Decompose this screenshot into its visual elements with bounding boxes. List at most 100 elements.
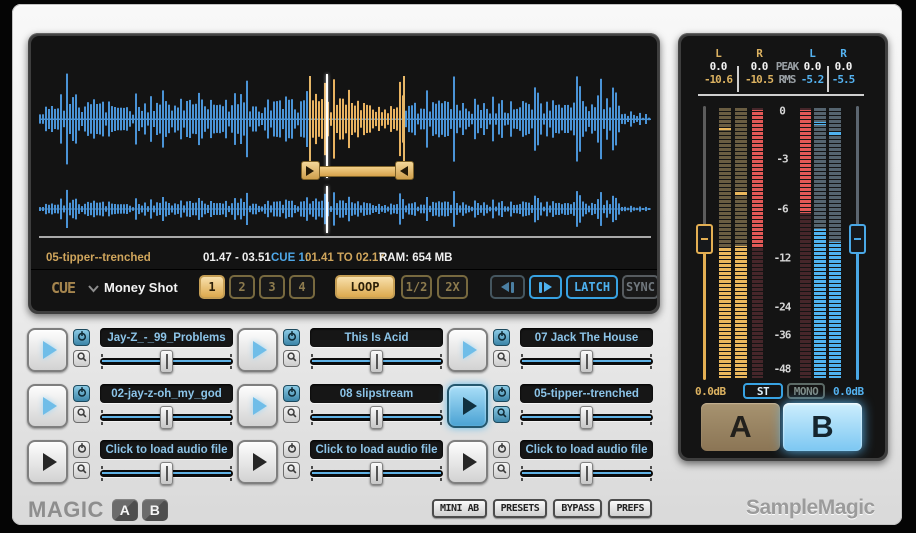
loop-button[interactable]: LOOP: [335, 275, 395, 299]
volume-slider[interactable]: [310, 350, 443, 372]
magnifier-icon: [286, 406, 298, 424]
power-button[interactable]: [73, 329, 90, 346]
slider-handle[interactable]: [580, 350, 593, 373]
mini-ab-button[interactable]: MINI AB: [432, 499, 487, 518]
samplemagic-logo: SampleMagic: [746, 496, 875, 520]
track-name-display[interactable]: 02-jay-z-oh_my_god: [100, 384, 233, 403]
bypass-button[interactable]: BYPASS: [553, 499, 602, 518]
select-a-button[interactable]: A: [701, 403, 780, 451]
track-name-display[interactable]: 08 slipstream: [310, 384, 443, 403]
play-button[interactable]: [27, 328, 68, 372]
gain-fader-a[interactable]: [696, 224, 713, 254]
zoom-loupe-button[interactable]: [73, 406, 90, 423]
power-button[interactable]: [73, 441, 90, 458]
volume-slider[interactable]: [310, 406, 443, 428]
track-name-display[interactable]: 07 Jack The House: [520, 328, 653, 347]
volume-slider[interactable]: [520, 350, 653, 372]
volume-slider[interactable]: [310, 462, 443, 484]
zoom-loupe-button[interactable]: [493, 462, 510, 479]
nudge-back-button[interactable]: [490, 275, 525, 299]
chevron-down-icon[interactable]: [87, 284, 100, 293]
loop-region-bar[interactable]: [318, 166, 398, 177]
logo-text: MAGIC: [28, 497, 104, 523]
track-name-display[interactable]: Jay-Z_-_99_Problems: [100, 328, 233, 347]
slider-handle[interactable]: [370, 350, 383, 373]
presets-button[interactable]: PRESETS: [493, 499, 548, 518]
track-name-display[interactable]: This Is Acid: [310, 328, 443, 347]
slider-handle[interactable]: [160, 406, 173, 429]
loop-end-triangle-icon: [400, 166, 408, 176]
player-slot-7: Click to load audio file: [27, 440, 231, 484]
slider-handle[interactable]: [370, 462, 383, 485]
latch-button[interactable]: LATCH: [566, 275, 618, 299]
play-button[interactable]: [447, 328, 488, 372]
current-track-name: 05-tipper--trenched: [46, 252, 151, 264]
gain-readout-b: 0.0dB: [833, 385, 864, 398]
power-button[interactable]: [283, 329, 300, 346]
cue-preset-name[interactable]: Money Shot: [104, 280, 178, 295]
play-button[interactable]: [237, 384, 278, 428]
power-button[interactable]: [493, 329, 510, 346]
track-name-display[interactable]: Click to load audio file: [310, 440, 443, 459]
slider-handle[interactable]: [370, 406, 383, 429]
volume-slider[interactable]: [100, 462, 233, 484]
play-button[interactable]: [447, 384, 488, 428]
cue-button-1[interactable]: 1: [199, 275, 225, 299]
plugin-window: 05-tipper--trenched 01.47 - 03.51 CUE 1:…: [0, 0, 916, 533]
db-scale-label: -6: [776, 203, 787, 216]
sync-button[interactable]: SYNC: [622, 275, 657, 299]
cue-button-3[interactable]: 3: [259, 275, 285, 299]
power-button[interactable]: [283, 385, 300, 402]
track-name-display[interactable]: Click to load audio file: [520, 440, 653, 459]
zoom-loupe-button[interactable]: [493, 350, 510, 367]
meter-b-left: [814, 108, 826, 378]
header-separator: [737, 66, 739, 92]
power-button[interactable]: [493, 385, 510, 402]
loop-start-handle[interactable]: [301, 161, 320, 180]
slider-handle[interactable]: [160, 350, 173, 373]
half-speed-button[interactable]: 1/2: [401, 275, 432, 299]
play-button[interactable]: [237, 440, 278, 484]
rms-label: RMS: [779, 73, 796, 86]
power-button[interactable]: [493, 441, 510, 458]
play-button[interactable]: [27, 384, 68, 428]
loop-end-handle[interactable]: [395, 161, 414, 180]
track-name-display[interactable]: 05-tipper--trenched: [520, 384, 653, 403]
cue-button-4[interactable]: 4: [289, 275, 315, 299]
ram-usage: RAM: 654 MB: [379, 252, 452, 264]
power-button[interactable]: [283, 441, 300, 458]
gain-readout-a: 0.0dB: [695, 385, 726, 398]
stereo-button[interactable]: ST: [743, 383, 783, 399]
gain-fader-b[interactable]: [849, 224, 866, 254]
play-button[interactable]: [447, 440, 488, 484]
slider-handle[interactable]: [160, 462, 173, 485]
nudge-forward-button[interactable]: [529, 275, 562, 299]
zoom-loupe-button[interactable]: [73, 350, 90, 367]
rms-value-a-r: -10.5: [745, 73, 773, 86]
meter-a-right-label: R: [756, 47, 762, 60]
slider-handle[interactable]: [580, 406, 593, 429]
zoom-loupe-button[interactable]: [283, 462, 300, 479]
zoom-loupe-button[interactable]: [73, 462, 90, 479]
db-scale-label: 0: [779, 105, 785, 118]
player-slot-2: This Is Acid: [237, 328, 441, 372]
footer-buttons: MINI AB PRESETS BYPASS PREFS: [432, 499, 652, 518]
prefs-button[interactable]: PREFS: [608, 499, 652, 518]
track-name-display[interactable]: Click to load audio file: [100, 440, 233, 459]
cue-button-2[interactable]: 2: [229, 275, 255, 299]
power-button[interactable]: [73, 385, 90, 402]
volume-slider[interactable]: [100, 350, 233, 372]
select-b-button[interactable]: B: [783, 403, 862, 451]
mono-button[interactable]: MONO: [787, 383, 825, 399]
volume-slider[interactable]: [520, 462, 653, 484]
volume-slider[interactable]: [520, 406, 653, 428]
play-button[interactable]: [27, 440, 68, 484]
slider-handle[interactable]: [580, 462, 593, 485]
double-speed-button[interactable]: 2X: [437, 275, 468, 299]
zoom-loupe-button[interactable]: [283, 406, 300, 423]
play-button[interactable]: [237, 328, 278, 372]
power-icon: [496, 441, 508, 459]
zoom-loupe-button[interactable]: [283, 350, 300, 367]
volume-slider[interactable]: [100, 406, 233, 428]
zoom-loupe-button[interactable]: [493, 406, 510, 423]
